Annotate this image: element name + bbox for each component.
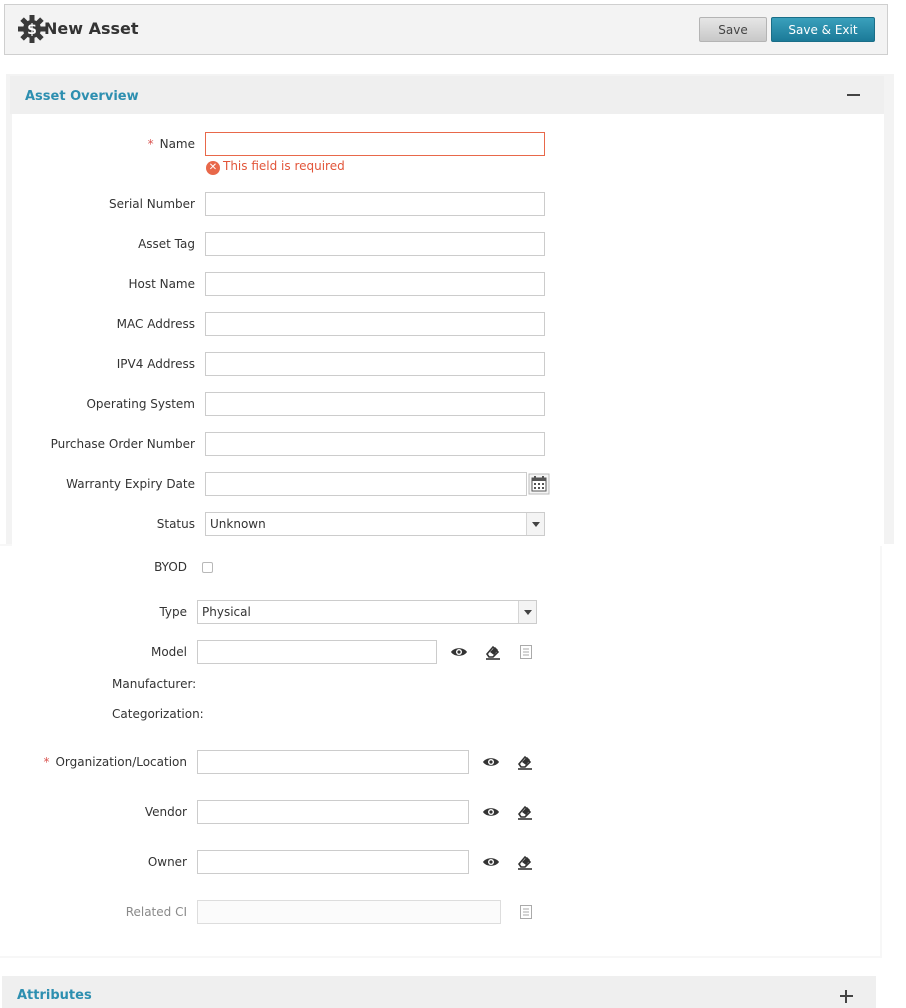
name-input[interactable] [205, 132, 545, 156]
chevron-down-icon[interactable] [526, 513, 544, 535]
related-ci-input[interactable] [197, 900, 501, 924]
model-input[interactable] [197, 640, 437, 664]
ipv4-address-input[interactable] [205, 352, 545, 376]
save-exit-button[interactable]: Save & Exit [771, 17, 875, 42]
byod-label: BYOD [154, 560, 187, 574]
name-error-message: This field is required [223, 159, 345, 173]
eraser-icon[interactable] [516, 803, 534, 821]
host-name-label: Host Name [128, 277, 195, 291]
model-label: Model [150, 645, 187, 659]
gear-dollar-icon: $ [18, 15, 46, 43]
eye-icon[interactable] [482, 753, 500, 771]
attributes-header[interactable] [2, 976, 876, 1008]
eraser-icon[interactable] [516, 853, 534, 871]
related-ci-label: Related CI [125, 905, 187, 919]
eye-icon[interactable] [482, 853, 500, 871]
asset-tag-label: Asset Tag [138, 237, 195, 251]
chevron-down-icon[interactable] [518, 601, 536, 623]
status-label: Status [156, 517, 195, 531]
operating-system-label: Operating System [86, 397, 195, 411]
warranty-expiry-label: Warranty Expiry Date [66, 477, 195, 491]
save-button[interactable]: Save [699, 17, 767, 42]
ipv4-address-label: IPV4 Address [116, 357, 195, 371]
calendar-icon[interactable] [528, 473, 550, 495]
mac-address-input[interactable] [205, 312, 545, 336]
type-selected-value: Physical [202, 605, 251, 619]
document-icon[interactable] [517, 903, 535, 921]
attributes-title: Attributes [17, 988, 92, 1003]
serial-number-input[interactable] [205, 192, 545, 216]
asset-tag-input[interactable] [205, 232, 545, 256]
required-marker: * [147, 137, 154, 151]
status-select[interactable]: Unknown [205, 512, 545, 536]
byod-checkbox[interactable] [202, 562, 213, 573]
purchase-order-label: Purchase Order Number [50, 437, 195, 451]
owner-input[interactable] [197, 850, 469, 874]
type-select[interactable]: Physical [197, 600, 537, 624]
vendor-label: Vendor [144, 805, 187, 819]
operating-system-input[interactable] [205, 392, 545, 416]
type-label: Type [159, 605, 187, 619]
manufacturer-label: Manufacturer: [112, 677, 197, 691]
expand-icon-vertical[interactable] [845, 990, 847, 1003]
vendor-input[interactable] [197, 800, 469, 824]
document-icon[interactable] [517, 643, 535, 661]
page-title: New Asset [44, 19, 139, 38]
status-selected-value: Unknown [210, 517, 266, 531]
collapse-icon[interactable] [847, 94, 860, 96]
eye-icon[interactable] [482, 803, 500, 821]
svg-text:$: $ [27, 22, 37, 38]
organization-location-input[interactable] [197, 750, 469, 774]
mac-address-label: MAC Address [116, 317, 195, 331]
error-icon: ✕ [206, 161, 220, 175]
eraser-icon[interactable] [516, 753, 534, 771]
owner-label: Owner [147, 855, 187, 869]
asset-overview-title: Asset Overview [25, 89, 139, 104]
name-label: * Name [147, 137, 195, 151]
host-name-input[interactable] [205, 272, 545, 296]
serial-number-label: Serial Number [109, 197, 195, 211]
purchase-order-input[interactable] [205, 432, 545, 456]
warranty-expiry-input[interactable] [205, 472, 527, 496]
categorization-label: Categorization: [112, 707, 204, 721]
asset-overview-header[interactable] [10, 76, 884, 114]
required-marker: * [43, 755, 50, 769]
eraser-icon[interactable] [484, 643, 502, 661]
eye-icon[interactable] [450, 643, 468, 661]
organization-location-label: * Organization/Location [43, 755, 187, 769]
